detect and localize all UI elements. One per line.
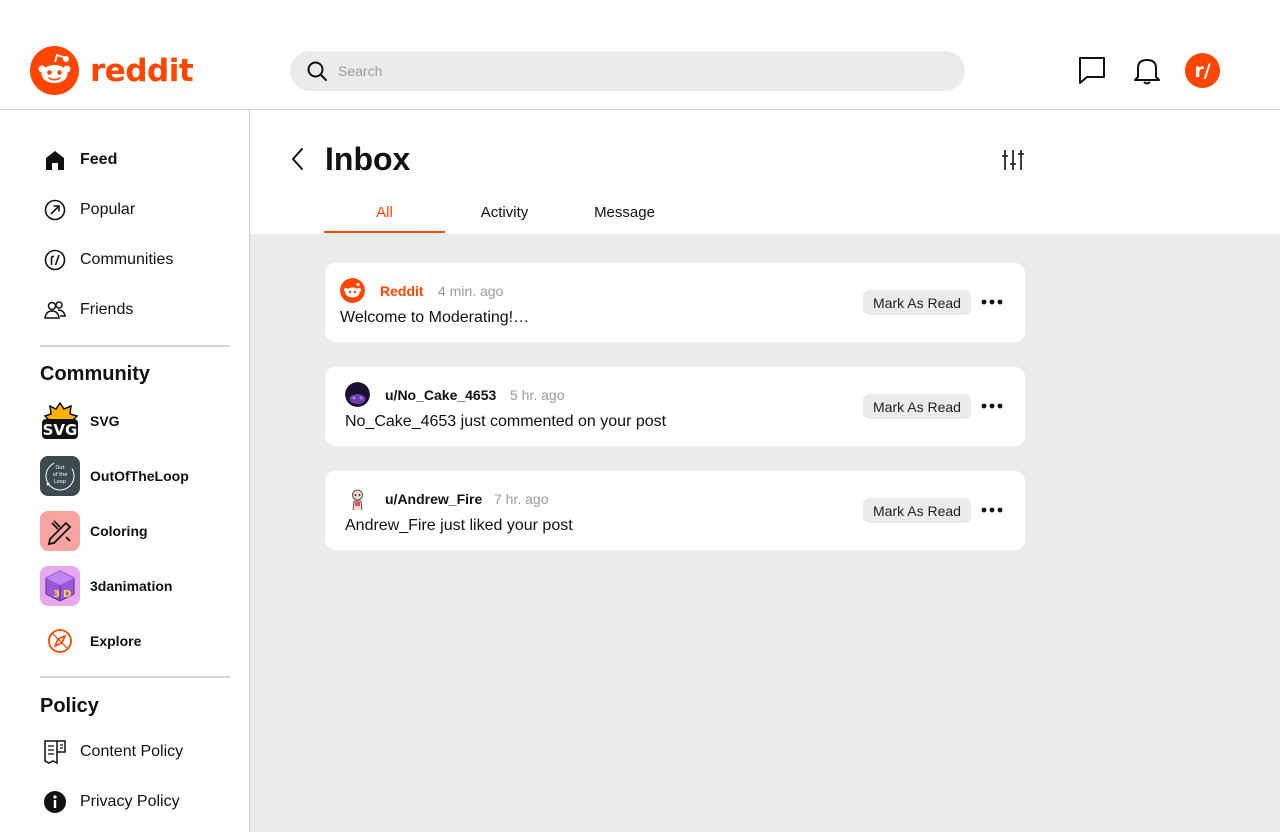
user-avatar-no-cake [345,382,370,407]
community-item-svg[interactable]: SVG SVG [40,401,120,441]
inbox-main: Inbox All Activity Message Reddit 4 min.… [250,110,1280,832]
community-label: Explore [90,633,142,649]
search-input[interactable] [338,63,938,79]
sidebar-item-popular[interactable]: Popular [40,195,135,225]
mark-as-read-button[interactable]: Mark As Read [863,394,971,419]
sidebar-item-friends[interactable]: Friends [40,295,133,325]
chat-icon [1079,57,1105,84]
mark-as-read-button[interactable]: Mark As Read [863,498,971,523]
community-item-coloring[interactable]: Coloring [40,511,148,551]
chat-button[interactable] [1076,54,1108,86]
svg-text:SVG: SVG [43,421,78,439]
notification-body: Andrew_Fire just liked your post [345,517,573,534]
search-bar[interactable] [290,51,965,91]
policy-section-title: Policy [40,695,99,717]
more-options-button[interactable] [980,394,1004,418]
explore-icon [40,621,80,661]
svg-community-icon: SVG [40,401,80,441]
3danimation-community-icon: 3 D [40,566,80,606]
coloring-community-icon [40,511,80,551]
sidebar-item-label: Feed [80,151,118,168]
user-avatar[interactable]: r/ [1185,53,1220,88]
more-icon [981,403,1003,409]
community-label: 3danimation [90,578,173,594]
community-section-title: Community [40,363,150,385]
notification-body: No_Cake_4653 just commented on your post [345,413,667,430]
notification-card[interactable]: u/Andrew_Fire 7 hr. ago Andrew_Fire just… [325,471,1025,550]
friends-icon [40,295,70,325]
sidebar-item-label: Friends [80,301,134,318]
notification-body: Welcome to Moderating!… [340,309,530,326]
sidebar-item-content-policy[interactable]: Content Policy [40,737,183,767]
svg-text:of the: of the [53,472,68,478]
tab-message[interactable]: Message [564,204,685,234]
reddit-logo[interactable]: reddit [30,46,194,95]
more-options-button[interactable] [980,290,1004,314]
community-label: SVG [90,413,120,429]
notification-sender[interactable]: u/Andrew_Fire [385,491,482,507]
sidebar-item-label: Communities [80,251,174,268]
notification-card[interactable]: u/No_Cake_4653 5 hr. ago No_Cake_4653 ju… [325,367,1025,446]
svg-text:Loop: Loop [54,479,66,485]
sidebar-divider [40,676,230,678]
sidebar-divider [40,345,230,347]
page-title: Inbox [325,141,411,177]
sidebar-item-explore[interactable]: Explore [40,621,141,661]
content-policy-icon [40,737,70,767]
notification-time: 4 min. ago [438,283,504,299]
svg-text:Out: Out [55,465,64,471]
community-item-3danimation[interactable]: 3 D 3danimation [40,566,172,606]
notification-time: 5 hr. ago [510,387,565,403]
inbox-header: Inbox All Activity Message [250,110,1280,234]
notifications-button[interactable] [1131,54,1163,86]
community-label: Coloring [90,523,148,539]
top-header: reddit r/ [0,0,1280,110]
sidebar-item-label: Content Policy [80,743,184,760]
community-label: OutOfTheLoop [90,468,189,484]
user-avatar-andrew [345,486,370,511]
svg-text:D: D [63,589,71,600]
notification-card[interactable]: Reddit 4 min. ago Welcome to Moderating!… [325,263,1025,342]
more-icon [981,507,1003,513]
sidebar-item-privacy-policy[interactable]: Privacy Policy [40,787,180,817]
bell-icon [1134,59,1160,85]
reddit-avatar [340,278,365,303]
sidebar-item-feed[interactable]: Feed [40,145,117,175]
home-icon [40,145,70,175]
notification-time: 7 hr. ago [494,491,549,507]
chevron-left-icon [292,148,303,170]
notification-sender[interactable]: Reddit [380,283,424,299]
sidebar-item-label: Popular [80,201,136,218]
mark-as-read-button[interactable]: Mark As Read [863,290,971,315]
tab-all[interactable]: All [324,204,445,233]
sidebar-item-label: Privacy Policy [80,793,180,810]
more-options-button[interactable] [980,498,1004,522]
communities-icon [40,245,70,275]
reddit-snoo-icon [30,46,79,95]
back-button[interactable] [290,146,312,172]
outoftheloop-community-icon: Out of the Loop [40,456,80,496]
community-item-outoftheloop[interactable]: Out of the Loop OutOfTheLoop [40,456,189,496]
search-icon [307,61,327,81]
svg-text:3: 3 [53,589,60,600]
filter-button[interactable] [1000,147,1026,173]
popular-icon [40,195,70,225]
logo-text: reddit [90,52,194,89]
sliders-icon [1002,150,1024,170]
more-icon [981,299,1003,305]
info-icon [40,787,70,817]
sidebar: Feed Popular Communities Friends Communi… [0,110,250,832]
tab-activity[interactable]: Activity [444,204,565,234]
notification-sender[interactable]: u/No_Cake_4653 [385,387,496,403]
sidebar-item-communities[interactable]: Communities [40,245,173,275]
